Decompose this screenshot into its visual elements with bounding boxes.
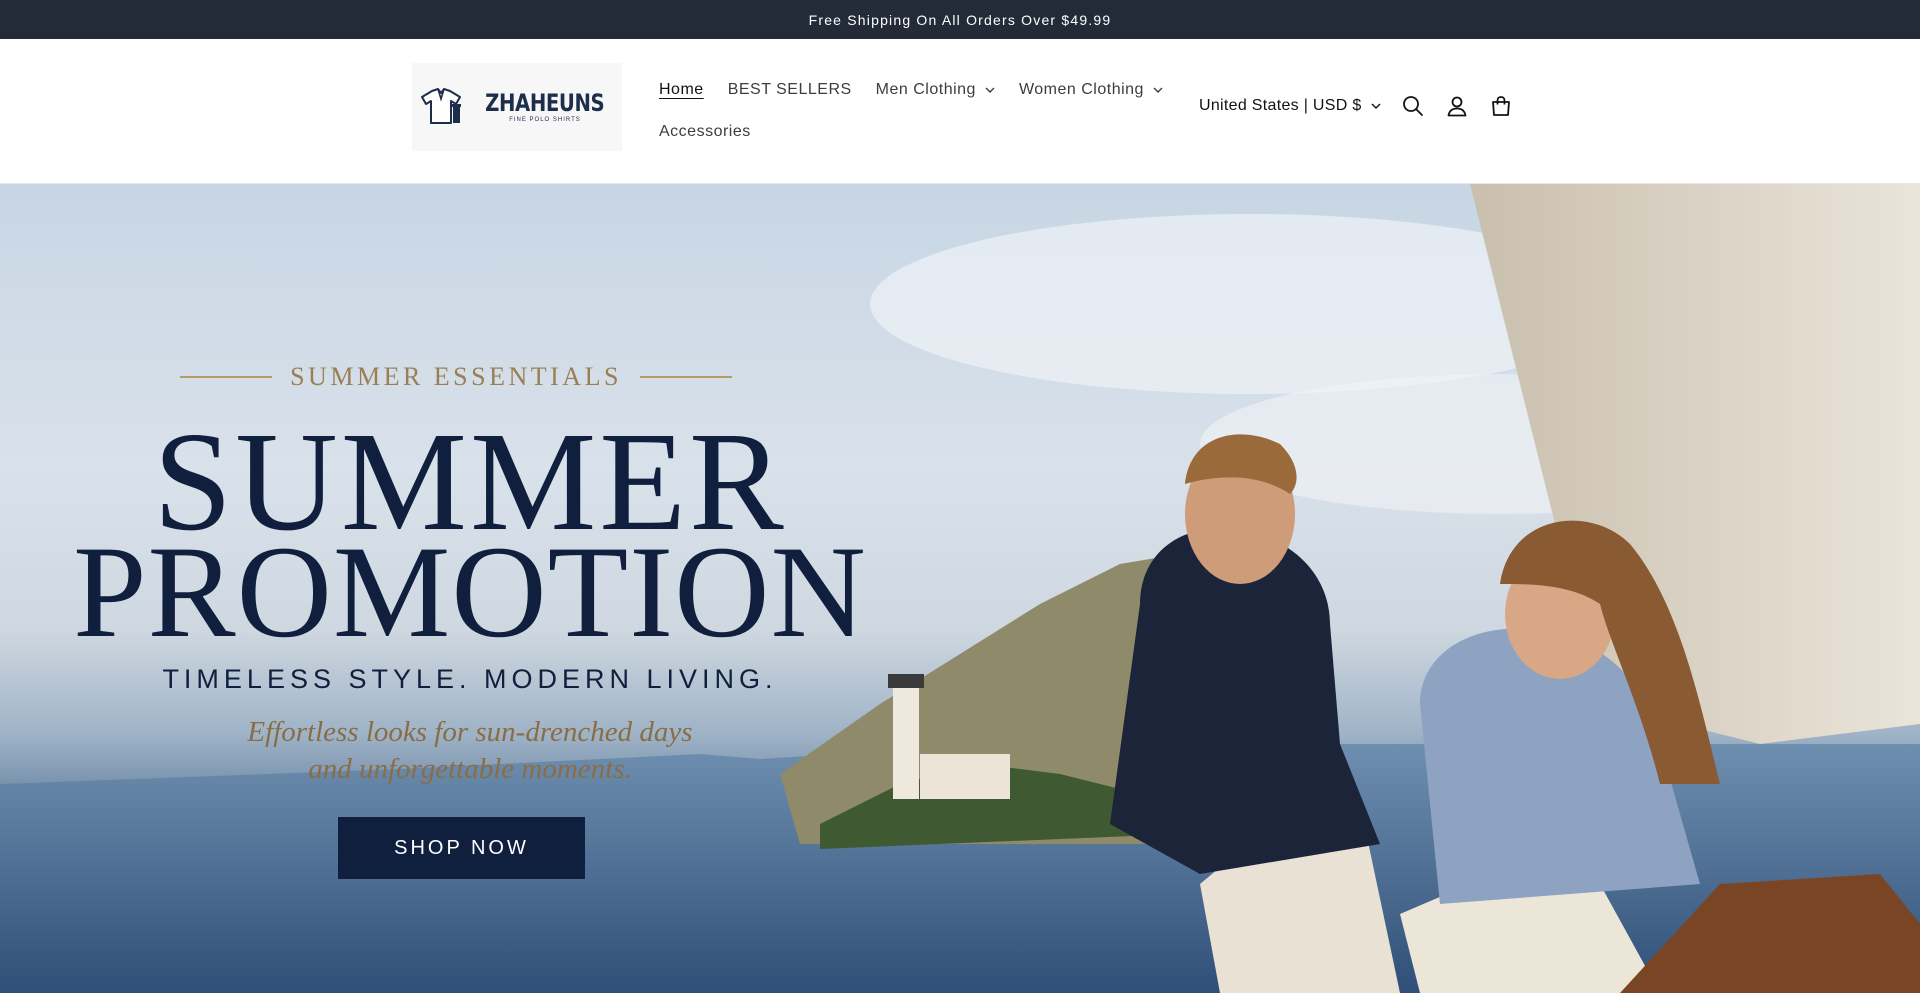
brand-logo[interactable]: ZHAHEUNS FINE POLO SHIRTS	[412, 63, 622, 151]
main-navigation: Home BEST SELLERS Men Clothing Women Clo…	[659, 79, 1163, 163]
nav-link-accessories[interactable]: Accessories	[659, 123, 751, 141]
header-actions: United States | USD $	[1199, 94, 1513, 118]
hero-banner: SUMMER ESSENTIALS SUMMER PROMOTION TIMEL…	[0, 184, 1920, 993]
search-icon[interactable]	[1401, 94, 1425, 118]
nav-row-primary: Home BEST SELLERS Men Clothing Women Clo…	[659, 79, 1163, 101]
logo-tagline: FINE POLO SHIRTS	[509, 117, 581, 123]
chevron-down-icon	[1371, 103, 1381, 109]
country-currency-selector[interactable]: United States | USD $	[1199, 97, 1381, 115]
eyebrow-divider	[639, 376, 733, 378]
nav-link-women-clothing[interactable]: Women Clothing	[1019, 81, 1163, 99]
eyebrow-divider	[180, 376, 273, 378]
polo-shirt-icon	[421, 88, 462, 124]
nav-label: BEST SELLERS	[727, 81, 852, 98]
announcement-bar: Free Shipping On All Orders Over $49.99	[0, 0, 1920, 39]
eyebrow-text: SUMMER ESSENTIALS	[290, 362, 622, 391]
hero-tagline: TIMELESS STYLE. MODERN LIVING.	[162, 664, 778, 694]
nav-link-men-clothing[interactable]: Men Clothing	[876, 81, 995, 99]
hero-subtitle-line-2: and unforgettable moments.	[308, 753, 632, 785]
nav-link-home[interactable]: Home	[659, 81, 704, 99]
nav-label: Accessories	[659, 123, 751, 140]
announcement-text: Free Shipping On All Orders Over $49.99	[808, 11, 1112, 28]
chevron-down-icon	[985, 87, 995, 93]
hero-title-line-2: PROMOTION	[73, 518, 867, 665]
nav-row-secondary: Accessories	[659, 121, 1129, 143]
nav-label: Men Clothing	[875, 81, 976, 98]
logo-wordmark: ZHAHEUNS FINE POLO SHIRTS	[472, 91, 617, 123]
nav-label: Home	[659, 81, 704, 98]
chevron-down-icon	[1153, 87, 1163, 93]
hero-subtitle: Effortless looks for sun-drenched days a…	[120, 714, 820, 788]
country-label: United States | USD $	[1199, 97, 1362, 114]
logo-name: ZHAHEUNS	[485, 89, 605, 117]
shop-now-button[interactable]: SHOP NOW	[338, 817, 585, 879]
nav-label: Women Clothing	[1018, 81, 1144, 98]
cart-icon[interactable]	[1489, 94, 1513, 118]
site-header: ZHAHEUNS FINE POLO SHIRTS Home BEST SELL…	[0, 39, 1920, 184]
account-icon[interactable]	[1445, 94, 1469, 118]
nav-link-best-sellers[interactable]: BEST SELLERS	[728, 81, 852, 99]
hero-subtitle-line-1: Effortless looks for sun-drenched days	[247, 716, 693, 748]
hero-eyebrow: SUMMER ESSENTIALS	[180, 362, 733, 392]
